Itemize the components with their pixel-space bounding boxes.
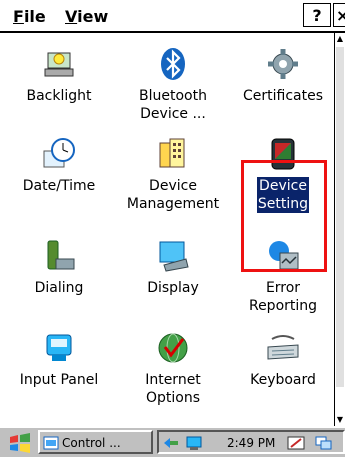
tile-label: Bluetooth Device ...: [139, 88, 207, 122]
taskbar: Control ... 2:49 PM: [0, 426, 345, 457]
tile-label: Dialing: [34, 280, 84, 296]
scroll-down-icon[interactable]: ▼: [335, 414, 345, 426]
tile-display[interactable]: Display: [118, 239, 228, 297]
taskbar-control-panel-button[interactable]: Control ...: [38, 430, 153, 454]
vertical-scrollbar[interactable]: ▲ ▼: [334, 33, 345, 426]
system-tray: 2:49 PM: [157, 430, 345, 454]
tile-internet-options[interactable]: Internet Options: [118, 331, 228, 407]
dialing-icon: [47, 240, 75, 270]
device-setting-icon: [271, 138, 295, 170]
tile-backlight[interactable]: Backlight: [4, 47, 114, 105]
tile-device-management[interactable]: Device Management: [118, 137, 228, 213]
menu-view[interactable]: View: [65, 7, 108, 26]
error-reporting-icon: [269, 241, 299, 270]
tile-label: Backlight: [26, 88, 92, 104]
input-panel-icon: [46, 334, 72, 361]
tile-date-time[interactable]: Date/Time: [4, 137, 114, 195]
menu-file[interactable]: File: [13, 7, 46, 26]
tile-certificates[interactable]: Certificates: [228, 47, 334, 105]
scroll-thumb[interactable]: [336, 47, 344, 387]
device-management-icon: [159, 138, 185, 168]
scroll-up-icon[interactable]: ▲: [335, 33, 345, 45]
menu-bar: File View ? ×: [0, 0, 345, 33]
tile-label: Device Management: [126, 178, 220, 212]
tile-input-panel[interactable]: Input Panel: [4, 331, 114, 389]
tile-label: Device Setting: [255, 176, 311, 214]
tile-dialing[interactable]: Dialing: [4, 239, 114, 297]
network-icon[interactable]: [185, 435, 203, 451]
tile-device-setting[interactable]: Device Setting: [228, 137, 334, 214]
tile-label: Display: [147, 280, 199, 296]
close-button[interactable]: ×: [333, 3, 345, 27]
keyboard-icon: [267, 335, 299, 360]
control-panel-grid: Backlight Bluetooth Device ... Certificat…: [0, 33, 334, 426]
tile-label: Error Reporting: [248, 280, 318, 314]
edit-icon[interactable]: [287, 435, 305, 451]
help-button[interactable]: ?: [303, 3, 331, 27]
internet-options-icon: [158, 333, 188, 363]
tile-label: Internet Options: [145, 372, 201, 406]
clock[interactable]: 2:49 PM: [227, 436, 275, 450]
arrows-icon[interactable]: [163, 435, 181, 451]
display-icon: [159, 241, 189, 272]
backlight-icon: [44, 52, 74, 77]
desktop-icon[interactable]: [315, 435, 333, 451]
datetime-icon: [43, 138, 75, 168]
tile-error-reporting[interactable]: Error Reporting: [228, 239, 334, 315]
tile-label: Keyboard: [250, 372, 316, 388]
bluetooth-icon: [161, 48, 185, 80]
tile-keyboard[interactable]: Keyboard: [228, 331, 334, 389]
tile-label: Date/Time: [22, 178, 96, 194]
control-panel-icon: [43, 436, 59, 450]
taskbar-task-label: Control ...: [62, 436, 121, 450]
certificates-icon: [268, 49, 298, 79]
tile-bluetooth-device[interactable]: Bluetooth Device ...: [118, 47, 228, 123]
tile-label: Certificates: [242, 88, 323, 104]
tile-label: Input Panel: [19, 372, 99, 388]
start-icon[interactable]: [8, 433, 32, 453]
